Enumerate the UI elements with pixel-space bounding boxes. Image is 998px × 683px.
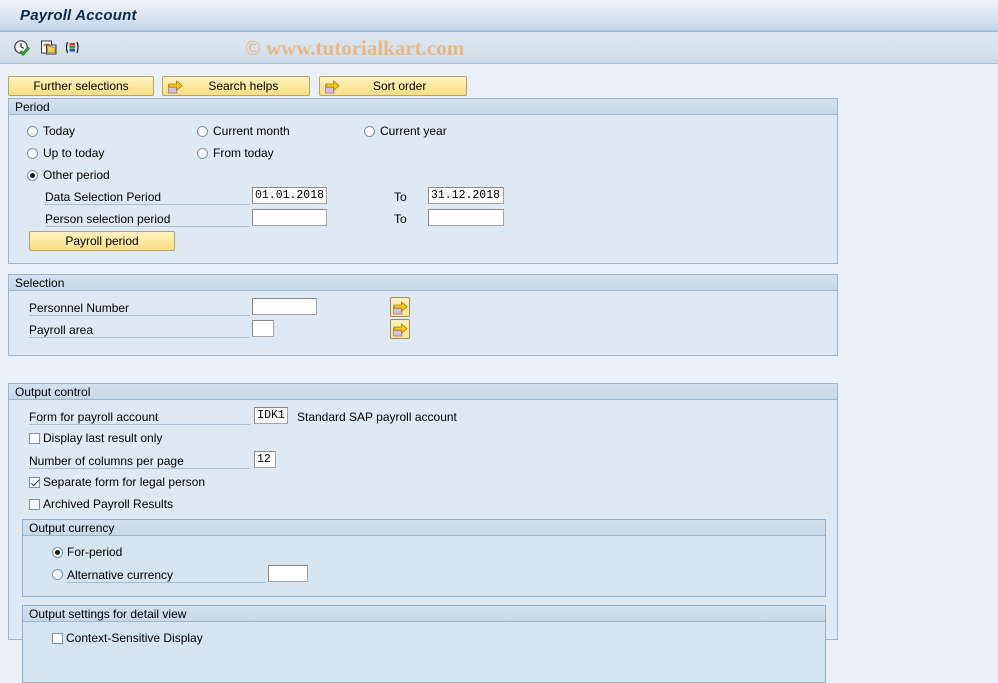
payroll-period-button[interactable]: Payroll period [29,231,175,251]
radio-today-label: Today [43,124,76,138]
radio-alternative-currency-label: Alternative currency [67,568,266,583]
output-settings-detail-view-group-header: Output settings for detail view [23,606,825,622]
arrow-right-icon [393,323,408,337]
data-selection-period-to-input[interactable] [428,187,504,204]
checkbox-display-last-result-only[interactable] [29,433,40,444]
payroll-area-multi-select-button[interactable] [390,319,410,339]
radio-up-to-today[interactable] [27,148,38,159]
person-selection-period-from-input[interactable] [252,209,327,226]
radio-current-year-label: Current year [380,124,447,138]
arrow-right-icon [168,80,183,94]
period-group: Period Today Current month Current year … [8,98,838,264]
color-bars-icon[interactable] [63,39,81,57]
alternative-currency-input[interactable] [268,565,308,582]
output-control-group: Output control Form for payroll account … [8,383,838,683]
checkbox-archived-payroll-results[interactable] [29,499,40,510]
arrow-right-icon [324,80,340,94]
search-helps-button[interactable]: Search helps [162,76,311,96]
page-title: Payroll Account [20,7,137,24]
radio-other-period[interactable] [27,170,38,181]
sort-order-button[interactable]: Sort order [318,76,467,96]
payroll-area-input[interactable] [252,320,274,337]
payroll-area-label: Payroll area [29,323,250,338]
form-for-payroll-account-label: Form for payroll account [29,410,250,425]
copy-variant-icon[interactable] [40,39,58,57]
radio-current-month-label: Current month [213,124,290,138]
checkbox-context-sensitive-display-label: Context-Sensitive Display [66,631,203,645]
number-of-columns-per-page-input[interactable] [254,451,276,468]
radio-for-period-label: For-period [67,545,123,559]
selection-action-buttons: Further selections Search helps Sort ord… [8,76,467,96]
radio-current-month[interactable] [197,126,208,137]
application-toolbar [0,32,998,64]
output-currency-group-header: Output currency [23,520,825,536]
selection-group-header: Selection [9,275,837,291]
person-selection-to-label: To [394,212,407,226]
execute-clock-icon[interactable] [13,39,31,57]
checkbox-separate-form-for-legal-person[interactable] [29,477,40,488]
person-selection-period-label: Person selection period [45,212,250,227]
output-currency-group: Output currency For-period Alternative c… [22,519,826,597]
window-title-bar: Payroll Account [0,0,998,32]
radio-current-year[interactable] [364,126,375,137]
radio-from-today[interactable] [197,148,208,159]
output-control-group-header: Output control [9,384,837,400]
radio-today[interactable] [27,126,38,137]
personnel-number-label: Personnel Number [29,301,250,316]
number-of-columns-per-page-label: Number of columns per page [29,454,250,469]
data-selection-period-from-input[interactable] [252,187,327,204]
radio-other-period-label: Other period [43,168,110,182]
personnel-number-input[interactable] [252,298,317,315]
form-for-payroll-account-input[interactable] [254,407,288,424]
radio-alternative-currency[interactable] [52,569,63,580]
output-settings-detail-view-group: Output settings for detail view Context-… [22,605,826,683]
checkbox-context-sensitive-display[interactable] [52,633,63,644]
arrow-right-icon [393,301,408,315]
person-selection-period-to-input[interactable] [428,209,504,226]
checkbox-display-last-result-only-label: Display last result only [43,431,163,445]
personnel-number-multi-select-button[interactable] [390,297,410,317]
further-selections-button[interactable]: Further selections [8,76,154,96]
data-selection-to-label: To [394,190,407,204]
data-selection-period-label: Data Selection Period [45,190,250,205]
radio-up-to-today-label: Up to today [43,146,105,160]
form-description-text: Standard SAP payroll account [297,410,457,424]
radio-from-today-label: From today [213,146,274,160]
checkbox-archived-payroll-results-label: Archived Payroll Results [43,497,174,511]
checkbox-separate-form-for-legal-person-label: Separate form for legal person [43,475,206,489]
radio-for-period[interactable] [52,547,63,558]
selection-group: Selection Personnel Number Payroll area [8,274,838,356]
period-group-header: Period [9,99,837,115]
